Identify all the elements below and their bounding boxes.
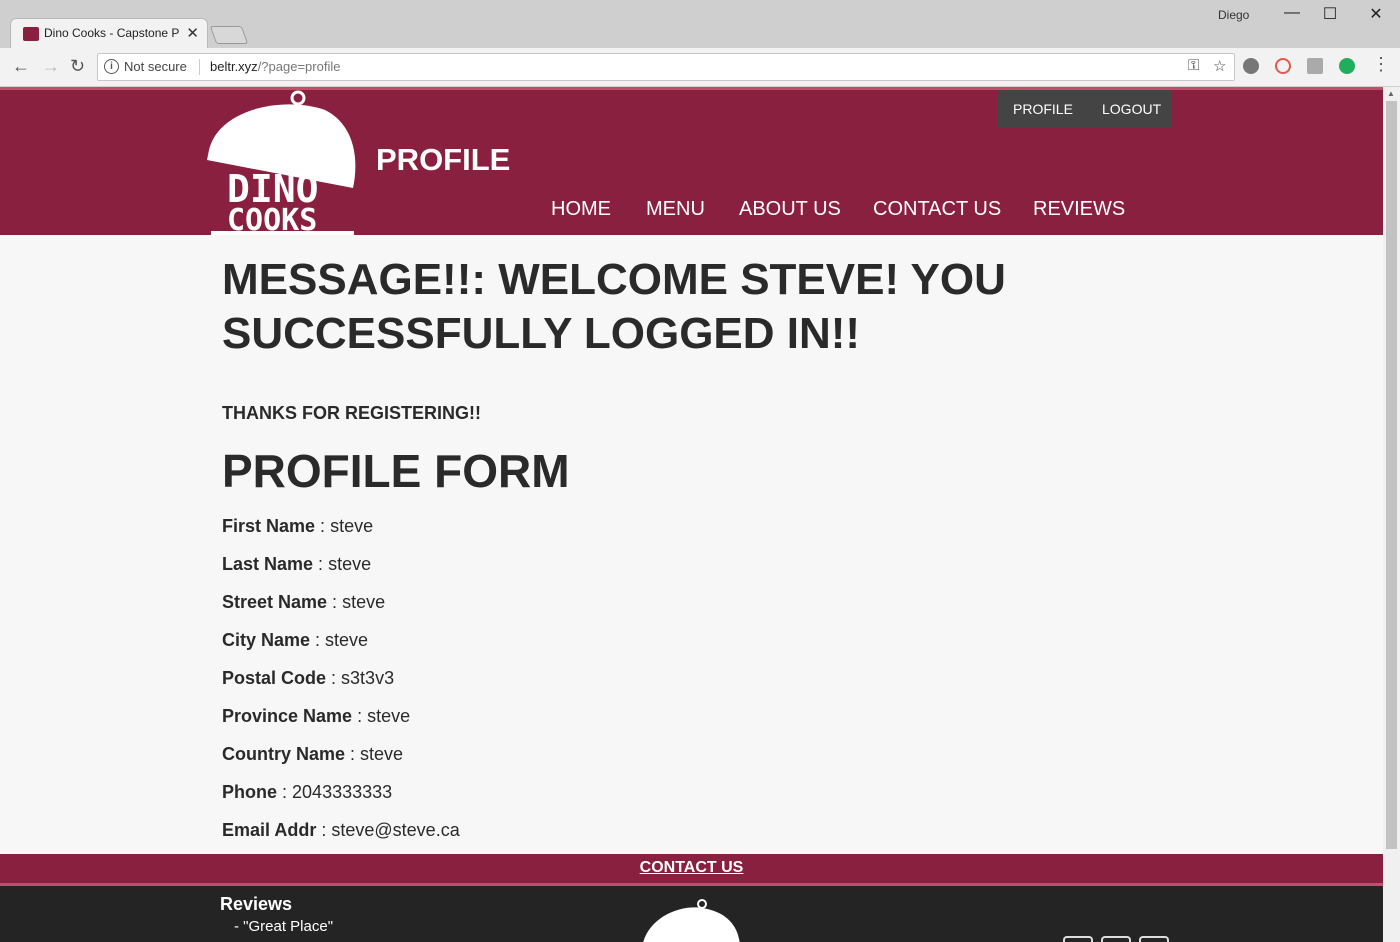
nav-about-us[interactable]: ABOUT US [739,198,841,221]
field-postal-code: Postal Code : s3t3v3 [222,668,395,688]
reload-icon[interactable]: ↻ [70,56,85,77]
main-content: MESSAGE!!: WELCOME STEVE! YOU SUCCESSFUL… [222,235,1122,858]
field-value: steve@steve.ca [331,820,460,840]
profile-link[interactable]: PROFILE [1013,101,1073,117]
nav-home[interactable]: HOME [551,198,611,221]
tab-close-icon[interactable]: ✕ [186,24,199,42]
scroll-thumb[interactable] [1386,101,1397,849]
scroll-up-icon[interactable]: ▲ [1387,89,1395,98]
info-icon[interactable]: i [104,59,119,74]
field-value: steve [330,516,374,536]
field-value: steve [367,706,411,726]
login-message-line1: MESSAGE!!: WELCOME STEVE! YOU [222,255,1006,304]
login-message-line2: SUCCESSFULLY LOGGED IN!! [222,309,861,358]
page-heading: PROFILE [376,142,511,177]
browser-toolbar: ← → ↻ i Not secure beltr.xyz/?page=profi… [0,48,1400,87]
profile-fields: First Name : steve Last Name : steve Str… [222,516,1122,858]
page-scrollbar[interactable]: ▲ [1383,87,1400,942]
nav-menu[interactable]: MENU [646,198,705,221]
key-icon[interactable]: ⚿ [1188,57,1199,74]
field-value: steve [325,630,369,650]
field-street-name: Street Name : steve [222,592,386,612]
field-phone: Phone : 2043333333 [222,782,393,802]
url-host: beltr.xyz [210,59,258,74]
field-value: s3t3v3 [341,668,395,688]
account-links: PROFILE LOGOUT [998,90,1172,128]
tab-title: Dino Cooks - Capstone P [44,26,179,40]
site-footer: Reviews - "Great Place" [0,886,1383,942]
footer-review-item[interactable]: - "Great Place" [234,918,333,935]
field-province-name: Province Name : steve [222,706,411,726]
field-label: Last Name [222,554,314,574]
address-bar[interactable]: i Not secure beltr.xyz/?page=profile ⚿ ☆ [97,53,1235,81]
site-favicon-icon [23,27,39,41]
minimize-icon[interactable]: — [1280,4,1304,22]
profile-user-name[interactable]: Diego [1218,8,1249,22]
field-first-name: First Name : steve [222,516,374,536]
nav-reviews[interactable]: REVIEWS [1033,198,1125,221]
browser-tab[interactable]: Dino Cooks - Capstone P ✕ [10,18,208,49]
field-label: First Name [222,516,316,536]
field-value: 2043333333 [292,782,393,802]
browser-titlebar: Dino Cooks - Capstone P ✕ Diego — ☐ ✕ [0,0,1400,49]
extension-gear-icon[interactable] [1243,58,1259,74]
twitter-icon[interactable] [1101,936,1131,942]
logout-link[interactable]: LOGOUT [1102,101,1161,117]
field-label: Province Name [222,706,353,726]
thanks-text: THANKS FOR REGISTERING!! [222,403,481,423]
login-message: MESSAGE!!: WELCOME STEVE! YOU SUCCESSFUL… [222,253,1122,361]
field-country-name: Country Name : steve [222,744,404,764]
nav-contact-us[interactable]: CONTACT US [873,198,1001,221]
instagram-icon[interactable] [1139,936,1169,942]
profile-form-title: PROFILE FORM [222,445,570,497]
url-path: /?page=profile [257,59,341,74]
field-label: Street Name [222,592,328,612]
field-label: Phone [222,782,278,802]
extension-flag-icon[interactable] [1307,58,1323,74]
extension-block-icon[interactable] [1275,58,1291,74]
contact-bar: CONTACT US [0,854,1383,886]
forward-icon[interactable]: → [42,56,60,77]
field-label: Country Name [222,744,346,764]
field-city-name: City Name : steve [222,630,369,650]
field-value: steve [342,592,386,612]
page-viewport: DINO COOKS PROFILE PROFILE LOGOUT HOME M… [0,87,1383,942]
grammarly-icon[interactable] [1339,58,1355,74]
site-header: DINO COOKS PROFILE PROFILE LOGOUT HOME M… [0,87,1383,236]
security-label: Not secure [124,59,187,74]
new-tab-button[interactable] [209,26,249,44]
address-divider [199,59,200,75]
field-label: Email Addr [222,820,317,840]
field-value: steve [328,554,372,574]
close-window-icon[interactable]: ✕ [1364,4,1388,24]
back-icon[interactable]: ← [12,56,30,77]
url-text[interactable]: beltr.xyz/?page=profile [210,59,340,74]
footer-reviews-heading: Reviews [220,894,293,914]
field-label: City Name [222,630,311,650]
footer-logo[interactable] [640,898,742,942]
maximize-icon[interactable]: ☐ [1318,4,1342,24]
facebook-icon[interactable] [1063,936,1093,942]
field-email: Email Addr : steve@steve.ca [222,820,460,840]
dino-cooks-logo[interactable]: DINO COOKS [205,90,360,236]
footer-contact-link[interactable]: CONTACT US [640,859,744,876]
star-icon[interactable]: ☆ [1213,57,1226,75]
field-value: steve [360,744,404,764]
field-label: Postal Code [222,668,327,688]
browser-menu-icon[interactable]: ⋮ [1372,54,1390,75]
field-last-name: Last Name : steve [222,554,372,574]
